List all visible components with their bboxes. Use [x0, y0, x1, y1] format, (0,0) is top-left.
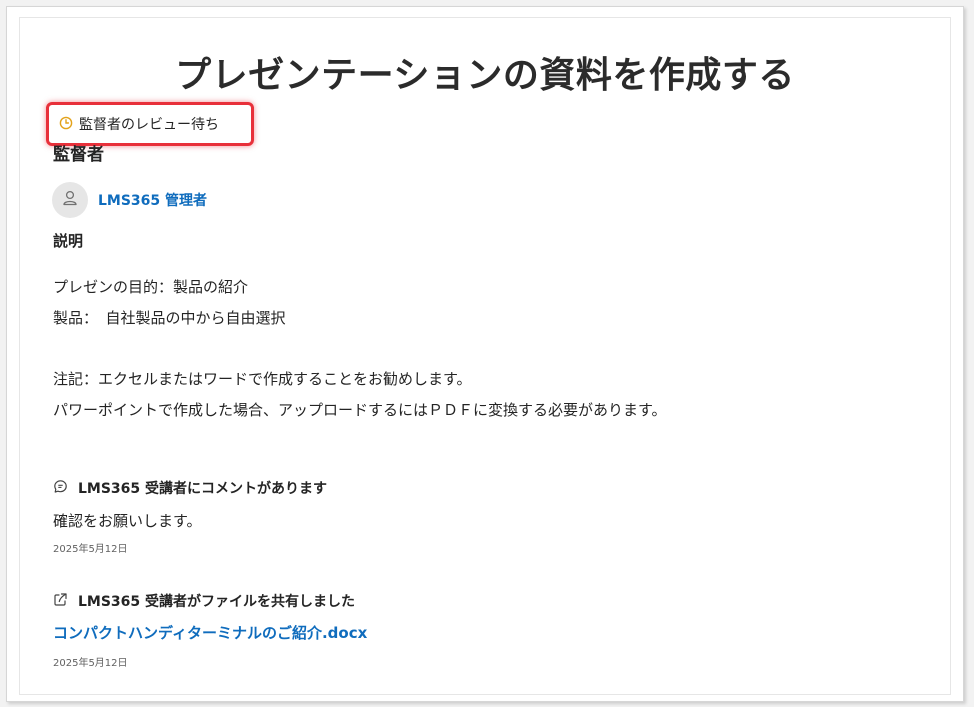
- description-line: プレゼンの目的：製品の紹介: [53, 278, 249, 296]
- activity-comment-header: LMS365 受講者にコメントがあります: [53, 478, 327, 498]
- status-label: 監督者のレビュー待ち: [79, 117, 219, 133]
- clock-icon: [59, 115, 73, 134]
- window-frame: プレゼンテーションの資料を作成する 監督者のレビュー待ち 監督者 LMS365 …: [6, 6, 964, 702]
- activity-header-label: LMS365 受講者がファイルを共有しました: [78, 594, 356, 610]
- supervisor-name-link[interactable]: LMS365 管理者: [98, 190, 207, 210]
- supervisor-heading: 監督者: [53, 145, 104, 165]
- activity-header-label: LMS365 受講者にコメントがあります: [78, 481, 328, 497]
- activity-share-header: LMS365 受講者がファイルを共有しました: [53, 591, 355, 611]
- description-line: 注記：エクセルまたはワードで作成することをお勧めします。: [53, 370, 472, 388]
- activity-date: 2025年5月12日: [53, 658, 128, 669]
- comment-text: 確認をお願いします。: [53, 512, 202, 530]
- assignment-panel: プレゼンテーションの資料を作成する 監督者のレビュー待ち 監督者 LMS365 …: [19, 17, 951, 695]
- supervisor-person: LMS365 管理者: [52, 182, 207, 218]
- description-line: 製品： 自社製品の中から自由選択: [53, 309, 286, 327]
- page-title: プレゼンテーションの資料を作成する: [175, 55, 795, 96]
- shared-file-link[interactable]: コンパクトハンディターミナルのご紹介.docx: [53, 622, 367, 643]
- description-heading: 説明: [53, 232, 84, 250]
- share-icon: [53, 592, 68, 611]
- comment-icon: [53, 479, 68, 498]
- description-line: パワーポイントで作成した場合、アップロードするにはＰＤＦに変換する必要があります…: [53, 401, 667, 419]
- person-icon: [61, 189, 79, 211]
- activity-date: 2025年5月12日: [53, 544, 128, 555]
- avatar: [52, 182, 88, 218]
